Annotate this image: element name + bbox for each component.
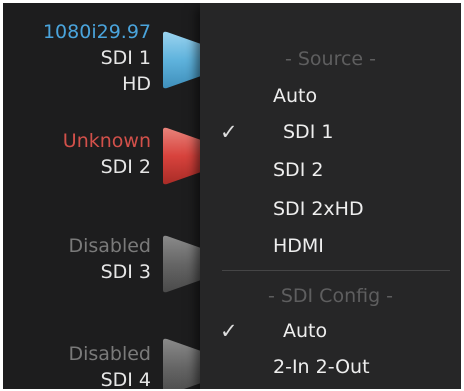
menu-divider bbox=[222, 270, 450, 271]
menu-item-config-auto[interactable]: ✓ Auto bbox=[200, 314, 461, 348]
menu-item-label: 2-In 2-Out bbox=[273, 356, 370, 378]
channel-name: SDI 4 bbox=[100, 369, 151, 389]
source-dropdown-menu: - Source - Auto ✓ SDI 1 SDI 2 SDI 2xHD H… bbox=[200, 3, 461, 389]
channel-status: Unknown bbox=[62, 130, 151, 152]
channel-sdi-3: Disabled SDI 3 bbox=[3, 235, 205, 315]
menu-item-source-hdmi[interactable]: HDMI bbox=[200, 229, 461, 263]
channel-sdi-2: Unknown SDI 2 bbox=[3, 127, 205, 210]
menu-item-source-auto[interactable]: Auto bbox=[200, 79, 461, 113]
menu-section-header-sdi-config: - SDI Config - bbox=[267, 285, 394, 307]
channel-status: Disabled bbox=[68, 235, 151, 257]
menu-item-label: Auto bbox=[283, 320, 328, 342]
channel-format: HD bbox=[122, 73, 151, 95]
menu-item-label: HDMI bbox=[273, 235, 324, 257]
channel-status: Disabled bbox=[68, 343, 151, 365]
channel-name: SDI 1 bbox=[100, 47, 151, 69]
channel-sdi-1: 1080i29.97 SDI 1 HD bbox=[3, 21, 205, 121]
menu-item-source-sdi-1[interactable]: ✓ SDI 1 bbox=[200, 115, 461, 149]
channel-sdi-4: Disabled SDI 4 bbox=[3, 338, 205, 389]
menu-item-label: SDI 1 bbox=[283, 121, 334, 143]
menu-item-label: SDI 2 bbox=[273, 159, 324, 181]
menu-item-label: SDI 2xHD bbox=[273, 198, 364, 220]
menu-section-header-source: - Source - bbox=[284, 48, 377, 70]
checkmark-icon: ✓ bbox=[220, 120, 238, 144]
channel-3-source-button[interactable] bbox=[161, 235, 205, 293]
menu-item-source-sdi-2xhd[interactable]: SDI 2xHD bbox=[200, 192, 461, 226]
menu-item-label: Auto bbox=[273, 85, 318, 107]
channel-name: SDI 2 bbox=[100, 156, 151, 178]
checkmark-icon: ✓ bbox=[220, 319, 238, 343]
channel-status: 1080i29.97 bbox=[42, 21, 151, 43]
channel-name: SDI 3 bbox=[100, 261, 151, 283]
channel-2-source-button[interactable] bbox=[161, 127, 205, 185]
input-panel: 1080i29.97 SDI 1 HD Unknown SDI 2 Disabl… bbox=[3, 3, 461, 389]
menu-item-config-2in-2out[interactable]: 2-In 2-Out bbox=[200, 350, 461, 384]
menu-item-source-sdi-2[interactable]: SDI 2 bbox=[200, 153, 461, 187]
channel-1-source-button[interactable] bbox=[161, 31, 205, 89]
channel-4-source-button[interactable] bbox=[161, 338, 205, 389]
